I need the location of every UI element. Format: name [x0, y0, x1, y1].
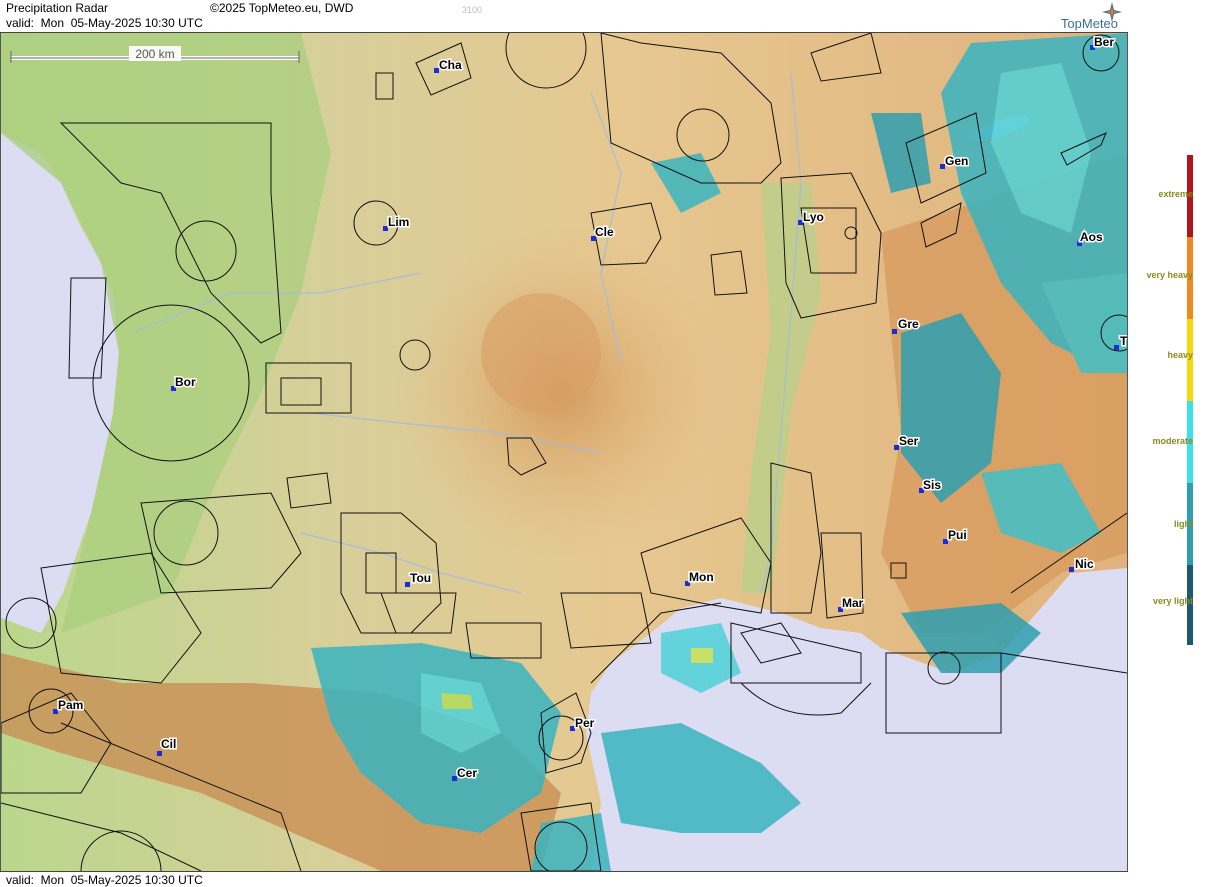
city-label-aos: Aos: [1080, 230, 1103, 244]
city-ber[interactable]: Ber: [1090, 34, 1116, 51]
footer-bar: valid: Mon 05-May-2025 10:30 UTC: [0, 871, 1128, 887]
city-label-per: Per: [575, 716, 595, 730]
city-sis[interactable]: Sis: [919, 477, 943, 494]
valid-time: valid: Mon 05-May-2025 10:30 UTC: [6, 16, 203, 30]
city-label-cil: Cil: [161, 737, 176, 751]
legend-label-light: light: [1174, 519, 1193, 529]
legend-label-heavy: heavy: [1167, 350, 1193, 360]
legend-label-very-light: very light: [1152, 596, 1193, 606]
map-code: 3100: [462, 5, 483, 15]
radar-map[interactable]: 200 km Cha Ber Gen Lim Cle Lyo Aos Gre B…: [1, 33, 1127, 871]
city-pam[interactable]: Pam: [53, 697, 85, 714]
legend-label-moderate: moderate: [1152, 436, 1193, 446]
city-bor[interactable]: Bor: [171, 374, 197, 391]
radar-map-svg: 200 km Cha Ber Gen Lim Cle Lyo Aos Gre B…: [1, 33, 1127, 871]
city-label-ber: Ber: [1094, 35, 1114, 49]
city-label-pam: Pam: [58, 698, 83, 712]
topmeteo-logo: TopMeteo: [1060, 16, 1118, 31]
city-label-sis: Sis: [923, 478, 941, 492]
city-cle[interactable]: Cle: [591, 224, 616, 241]
massif-peak: [481, 293, 601, 413]
city-label-cle: Cle: [595, 225, 614, 239]
footer-valid-time: valid: Mon 05-May-2025 10:30 UTC: [6, 873, 203, 887]
map-title: Precipitation Radar: [6, 1, 109, 15]
city-label-bor: Bor: [175, 375, 196, 389]
header-bar: Precipitation Radar valid: Mon 05-May-20…: [0, 0, 1128, 33]
city-label-nic: Nic: [1075, 557, 1094, 571]
city-label-tou: Tou: [410, 571, 431, 585]
city-label-mon: Mon: [689, 570, 714, 584]
city-mar[interactable]: Mar: [838, 595, 865, 612]
city-label-mar: Mar: [842, 596, 864, 610]
city-label-t: T: [1120, 334, 1127, 348]
city-gen[interactable]: Gen: [940, 153, 970, 170]
city-cha[interactable]: Cha: [434, 57, 463, 74]
city-label-pui: Pui: [948, 528, 967, 542]
copyright-text: ©2025 TopMeteo.eu, DWD: [210, 1, 354, 15]
city-label-gre: Gre: [898, 317, 919, 331]
legend-swatch-heavy: [1187, 319, 1193, 401]
city-label-cha: Cha: [439, 58, 462, 72]
legend-label-very-heavy: very heavy: [1146, 270, 1193, 280]
city-label-lyo: Lyo: [803, 210, 824, 224]
intensity-legend: extreme very heavy heavy moderate light …: [1130, 150, 1219, 650]
city-label-lim: Lim: [388, 215, 409, 229]
city-label-gen: Gen: [945, 154, 968, 168]
city-label-cer: Cer: [457, 766, 477, 780]
scale-label: 200 km: [135, 47, 174, 61]
legend-label-extreme: extreme: [1158, 189, 1193, 199]
city-aos[interactable]: Aos: [1077, 229, 1104, 246]
city-mon[interactable]: Mon: [685, 569, 715, 586]
city-label-ser: Ser: [899, 434, 919, 448]
